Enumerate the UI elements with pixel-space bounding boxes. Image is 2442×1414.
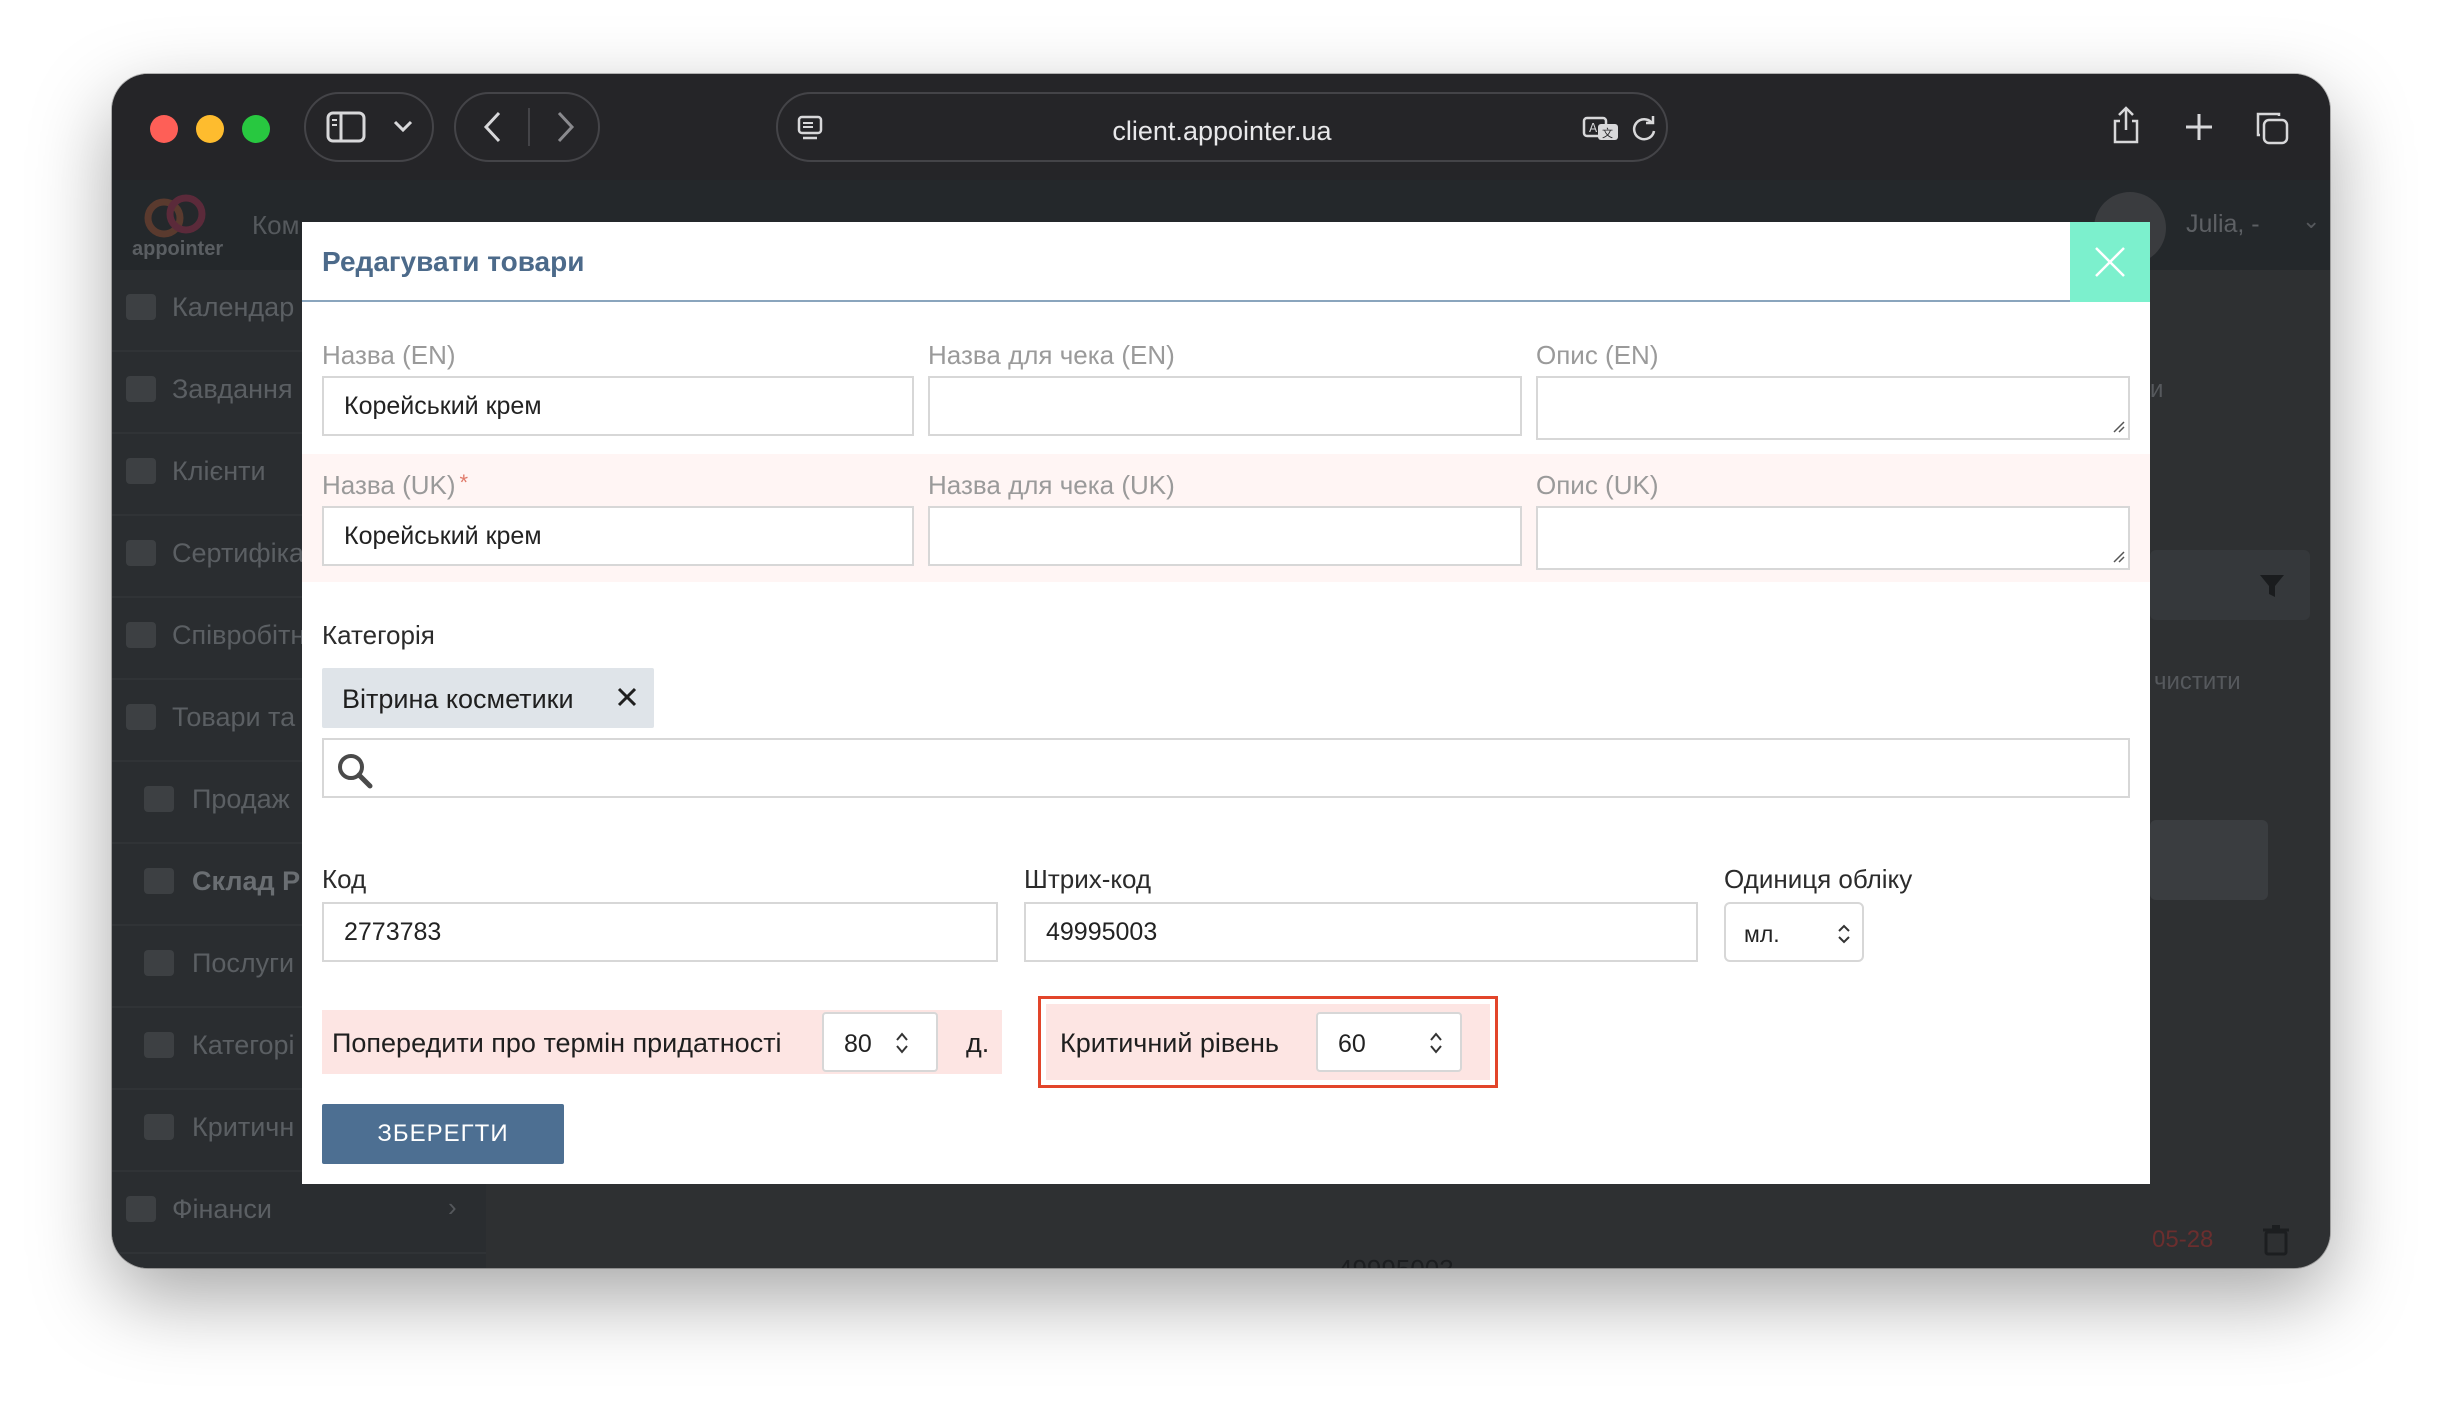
tasks-icon	[126, 376, 156, 402]
modal-header: Редагувати товари	[302, 222, 2150, 302]
svg-text:A: A	[1589, 121, 1598, 135]
description-en-textarea[interactable]	[1536, 376, 2130, 440]
filter-bar	[2150, 550, 2310, 620]
background-block	[2150, 820, 2268, 900]
close-modal-button[interactable]	[2070, 222, 2150, 302]
unit-select-value: мл.	[1744, 921, 1780, 947]
stepper-arrows-icon[interactable]	[894, 1030, 910, 1056]
divider	[528, 108, 530, 146]
resize-handle-icon[interactable]	[2110, 548, 2126, 564]
close-window-button[interactable]	[150, 115, 178, 143]
money-icon	[126, 1196, 156, 1222]
edit-product-modal: Редагувати товари Назва (EN) Назва для ч…	[302, 222, 2150, 1184]
category-tag: Вітрина косметики	[322, 668, 654, 728]
translate-icon[interactable]: A文	[1582, 114, 1622, 144]
id-card-icon	[126, 622, 156, 648]
resize-handle-icon[interactable]	[2110, 418, 2126, 434]
url-text: client.appointer.ua	[1112, 116, 1332, 146]
sidebar-item-finance[interactable]: Фінанси ›	[112, 1172, 486, 1254]
background-text-fragment: и	[2150, 376, 2164, 403]
scissors-icon	[144, 950, 174, 976]
new-tab-icon[interactable]	[2184, 112, 2214, 142]
receipt-name-en-input[interactable]	[928, 376, 1522, 436]
back-icon[interactable]	[482, 110, 504, 144]
clear-filter-link[interactable]: чистити	[2154, 668, 2241, 696]
expiry-warning-value: 80	[844, 1030, 872, 1058]
name-uk-label: Назва (UK) *	[322, 470, 469, 500]
receipt-name-uk-input[interactable]	[928, 506, 1522, 566]
remove-tag-icon[interactable]	[612, 682, 642, 712]
critical-level-highlight	[1038, 996, 1498, 1088]
description-en-label: Опис (EN)	[1536, 340, 1659, 370]
barcode-label: Штрих-код	[1024, 864, 1152, 894]
background-date-fragment: 05-28	[2152, 1226, 2214, 1253]
forward-icon[interactable]	[554, 110, 576, 144]
sidebar-toggle-button[interactable]	[304, 92, 434, 162]
save-button[interactable]: ЗБЕРЕГТИ	[322, 1104, 564, 1164]
description-uk-textarea[interactable]	[1536, 506, 2130, 570]
reload-icon[interactable]	[1630, 114, 1658, 144]
close-icon	[2095, 247, 2125, 277]
receipt-name-uk-label: Назва для чека (UK)	[928, 470, 1175, 500]
chevron-down-icon	[392, 118, 414, 134]
minimize-window-button[interactable]	[196, 115, 224, 143]
expiry-warning-group: Попередити про термін придатності 80 д.	[322, 1010, 1002, 1074]
code-label: Код	[322, 864, 367, 894]
description-uk-label: Опис (UK)	[1536, 470, 1659, 500]
filter-icon[interactable]	[2258, 572, 2286, 605]
scales-icon	[144, 786, 174, 812]
address-bar[interactable]: client.appointer.ua A文	[776, 92, 1668, 162]
name-en-input[interactable]	[322, 376, 914, 436]
calendar-icon	[126, 294, 156, 320]
users-icon	[126, 458, 156, 484]
name-uk-input[interactable]	[322, 506, 914, 566]
modal-title: Редагувати товари	[322, 246, 585, 277]
search-icon	[336, 752, 374, 795]
expiry-warning-input[interactable]: 80	[822, 1012, 938, 1072]
expiry-warning-unit: д.	[966, 1028, 990, 1058]
appointer-logo-icon	[142, 194, 212, 243]
certificate-icon	[126, 540, 156, 566]
warning-icon	[144, 1114, 174, 1140]
name-en-label: Назва (EN)	[322, 340, 456, 370]
barcode-input[interactable]	[1024, 902, 1698, 962]
history-navigation	[454, 92, 600, 162]
category-tag-label: Вітрина косметики	[342, 684, 574, 714]
updown-arrows-icon	[1838, 924, 1850, 944]
chevron-right-icon: ›	[448, 1192, 457, 1222]
category-label: Категорія	[322, 620, 435, 650]
background-barcode-fragment: 49995003	[1338, 1254, 1454, 1268]
share-icon[interactable]	[2110, 104, 2142, 146]
unit-select[interactable]: мл.	[1724, 902, 1864, 962]
toolbar-actions	[2094, 92, 2314, 162]
chevron-down-icon[interactable]: ⌄	[2302, 208, 2320, 234]
code-input[interactable]	[322, 902, 998, 962]
browser-window: client.appointer.ua A文 appointer Ком Jul…	[112, 74, 2330, 1268]
sidebar-icon	[326, 110, 366, 144]
header-text-fragment: Ком	[252, 210, 300, 240]
bank-icon	[144, 868, 174, 894]
unit-label: Одиниця обліку	[1724, 864, 1913, 894]
required-marker: *	[459, 470, 469, 495]
svg-text:文: 文	[1602, 126, 1613, 140]
category-search-input[interactable]	[322, 738, 2130, 798]
expiry-warning-label: Попередити про термін придатності	[332, 1028, 782, 1058]
trash-icon[interactable]	[2262, 1224, 2290, 1261]
tag-icon	[144, 1032, 174, 1058]
browser-toolbar: client.appointer.ua A文	[112, 74, 2330, 180]
card-icon	[126, 704, 156, 730]
receipt-name-en-label: Назва для чека (EN)	[928, 340, 1175, 370]
logo-text: appointer	[132, 238, 224, 260]
tab-overview-icon[interactable]	[2254, 110, 2290, 146]
user-name[interactable]: Julia, -	[2186, 210, 2260, 239]
zoom-window-button[interactable]	[242, 115, 270, 143]
